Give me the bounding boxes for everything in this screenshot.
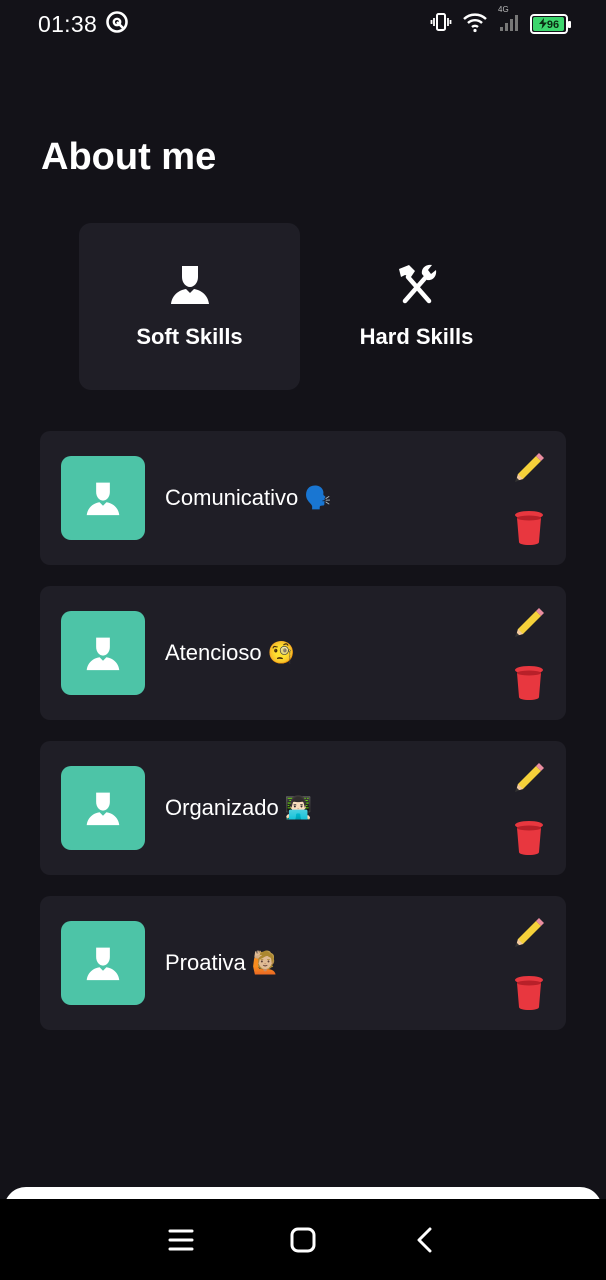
edit-button[interactable] bbox=[512, 916, 546, 950]
status-time: 01:38 bbox=[38, 10, 98, 37]
monocle-face-icon: 🧐 bbox=[267, 640, 296, 665]
skill-card: Atencioso 🧐 bbox=[40, 586, 566, 720]
person-icon bbox=[86, 792, 120, 826]
battery-level: 96 bbox=[538, 17, 560, 31]
tab-hard-skills[interactable]: Hard Skills bbox=[306, 223, 527, 390]
skill-label: Atencioso bbox=[165, 640, 262, 665]
battery-percent: 96 bbox=[546, 18, 560, 31]
raising-hand-icon: 🙋🏼 bbox=[251, 950, 280, 975]
delete-button[interactable] bbox=[514, 664, 544, 700]
chevron-left-icon bbox=[417, 1227, 432, 1252]
home-square-icon bbox=[290, 1227, 316, 1252]
skill-name: Atencioso 🧐 bbox=[165, 640, 295, 666]
at-sign-icon bbox=[105, 10, 129, 39]
skill-name: Comunicativo 🗣️ bbox=[165, 485, 332, 511]
trash-icon bbox=[515, 821, 543, 855]
tab-label: Hard Skills bbox=[359, 324, 474, 349]
system-nav-bar bbox=[0, 1199, 606, 1280]
skill-card: Organizado 👨🏻‍💻 bbox=[40, 741, 566, 875]
tab-soft-skills[interactable]: Soft Skills bbox=[79, 223, 300, 390]
skill-name: Organizado 👨🏻‍💻 bbox=[165, 795, 312, 821]
trash-icon bbox=[515, 976, 543, 1010]
skill-card: Comunicativo 🗣️ bbox=[40, 431, 566, 565]
trash-icon bbox=[515, 666, 543, 700]
delete-button[interactable] bbox=[514, 819, 544, 855]
skill-list: Comunicativo 🗣️ Atencioso 🧐 Organizado 👨… bbox=[40, 431, 566, 1051]
edit-button[interactable] bbox=[512, 451, 546, 485]
status-left: 01:38 bbox=[38, 10, 129, 39]
menu-icon bbox=[168, 1229, 194, 1250]
avatar bbox=[61, 611, 145, 695]
pencil-icon bbox=[515, 763, 544, 792]
person-icon bbox=[86, 947, 120, 981]
avatar bbox=[61, 766, 145, 850]
person-icon bbox=[86, 637, 120, 671]
pencil-icon bbox=[515, 608, 544, 637]
edit-button[interactable] bbox=[512, 761, 546, 795]
back-button[interactable] bbox=[405, 1220, 445, 1260]
technologist-icon: 👨🏻‍💻 bbox=[284, 795, 313, 820]
pencil-icon bbox=[515, 918, 544, 947]
delete-button[interactable] bbox=[514, 509, 544, 545]
avatar bbox=[61, 921, 145, 1005]
skill-label: Proativa bbox=[165, 950, 246, 975]
vibrate-icon bbox=[430, 11, 452, 38]
status-right: 4G 96 bbox=[430, 5, 571, 38]
hammer-wrench-icon bbox=[395, 263, 439, 310]
wifi-icon bbox=[462, 11, 488, 38]
skill-label: Organizado bbox=[165, 795, 279, 820]
person-icon bbox=[170, 263, 210, 310]
skill-card: Proativa 🙋🏼 bbox=[40, 896, 566, 1030]
delete-button[interactable] bbox=[514, 974, 544, 1010]
status-bar: 01:38 4G 96 bbox=[0, 0, 606, 48]
speaking-head-icon: 🗣️ bbox=[304, 485, 332, 510]
skill-label: Comunicativo bbox=[165, 485, 299, 510]
home-button[interactable] bbox=[283, 1220, 323, 1260]
tab-label: Soft Skills bbox=[136, 324, 243, 349]
signal-icon: 4G bbox=[498, 5, 520, 38]
edit-button[interactable] bbox=[512, 606, 546, 640]
skill-name: Proativa 🙋🏼 bbox=[165, 950, 279, 976]
network-type: 4G bbox=[498, 4, 509, 14]
battery-tip bbox=[568, 21, 571, 28]
menu-button[interactable] bbox=[161, 1220, 201, 1260]
battery-icon: 96 bbox=[530, 14, 571, 34]
avatar bbox=[61, 456, 145, 540]
person-icon bbox=[86, 482, 120, 516]
pencil-icon bbox=[515, 453, 544, 482]
skill-tabs: Soft Skills Hard Skills bbox=[79, 223, 527, 390]
trash-icon bbox=[515, 511, 543, 545]
page-title: About me bbox=[41, 136, 217, 178]
